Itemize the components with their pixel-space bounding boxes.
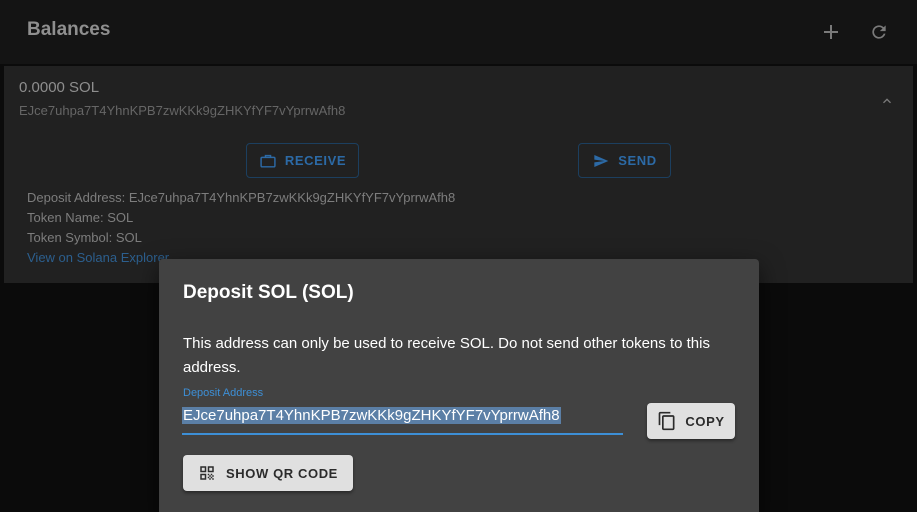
copy-icon: [659, 411, 675, 431]
balance-address: EJce7uhpa7T4YhnKPB7zwKKk9gZHKYfYF7vYprrw…: [19, 103, 346, 118]
deposit-address-value: EJce7uhpa7T4YhnKPB7zwKKk9gZHKYfYF7vYprrw…: [182, 407, 561, 424]
briefcase-icon: [260, 154, 276, 168]
wallet-page: Balances 0.0000 SOL EJce7uhpa7T4YhnKPB7z…: [0, 0, 917, 512]
receive-button[interactable]: RECEIVE: [246, 143, 359, 178]
chevron-up-icon: [883, 98, 891, 104]
deposit-address-text: Deposit Address: EJce7uhpa7T4YhnKPB7zwKK…: [27, 190, 456, 205]
send-label: SEND: [618, 153, 657, 168]
receive-label: RECEIVE: [284, 153, 347, 168]
refresh-icon: [872, 25, 886, 39]
refresh-button[interactable]: [865, 18, 893, 46]
copy-button[interactable]: COPY: [647, 403, 735, 439]
collapse-button[interactable]: [874, 88, 900, 114]
dialog-title: Deposit SOL (SOL): [183, 282, 354, 303]
deposit-dialog: Deposit SOL (SOL) This address can only …: [159, 259, 759, 512]
solana-explorer-link[interactable]: View on Solana Explorer: [27, 250, 169, 265]
page-title: Balances: [27, 19, 111, 40]
dialog-message: This address can only be used to receive…: [183, 335, 710, 376]
qr-code-icon: [200, 466, 214, 480]
token-symbol-text: Token Symbol: SOL: [27, 230, 142, 245]
balance-card: 0.0000 SOL EJce7uhpa7T4YhnKPB7zwKKk9gZHK…: [4, 66, 913, 283]
deposit-address-field[interactable]: EJce7uhpa7T4YhnKPB7zwKKk9gZHKYfYF7vYprrw…: [182, 407, 623, 435]
app-header: Balances: [0, 0, 917, 64]
token-name-text: Token Name: SOL: [27, 210, 134, 225]
copy-label: COPY: [685, 413, 725, 429]
balance-amount: 0.0000 SOL: [19, 79, 100, 96]
plus-icon: [824, 25, 838, 39]
show-qr-code-button[interactable]: SHOW QR CODE: [183, 455, 353, 491]
add-button[interactable]: [817, 18, 845, 46]
send-button[interactable]: SEND: [578, 143, 671, 178]
send-icon: [594, 154, 609, 167]
show-qr-code-label: SHOW QR CODE: [226, 465, 338, 481]
deposit-address-label: Deposit Address: [183, 387, 264, 399]
